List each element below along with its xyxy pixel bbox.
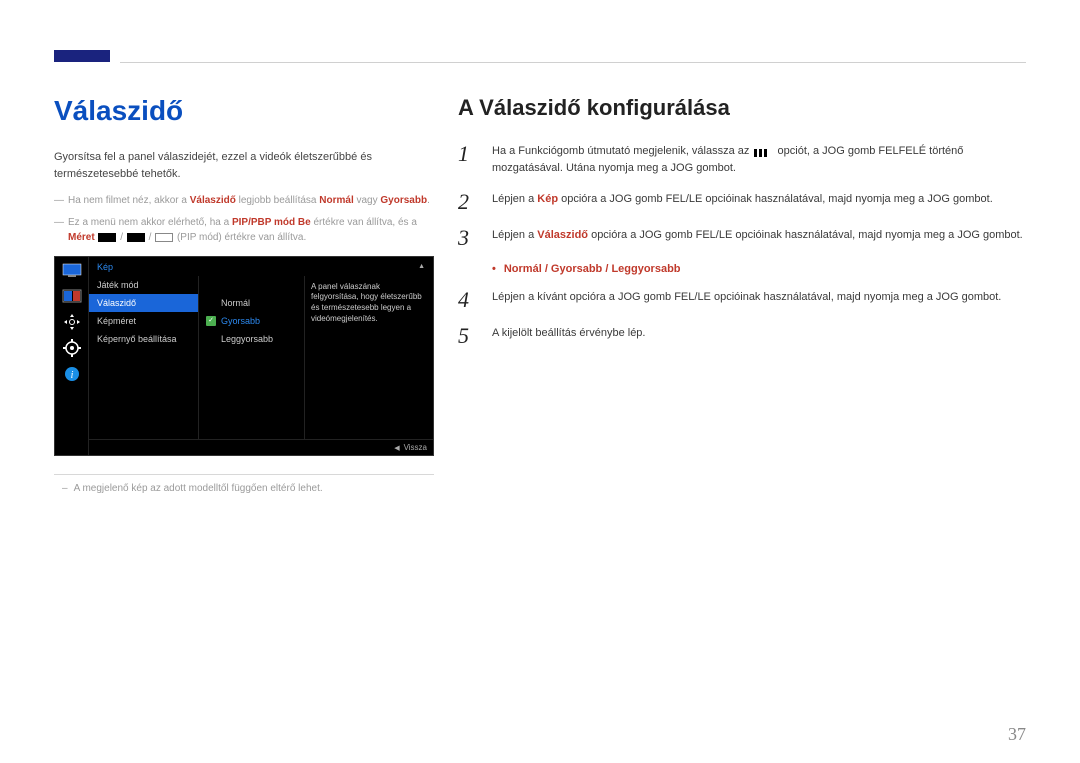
- osd-row-wrap: Játék mód Válaszidő Képméret Képernyő be…: [89, 276, 433, 439]
- size-mode-icon-2: [127, 233, 145, 242]
- step-3: 3 Lépjen a Válaszidő opcióra a JOG gomb …: [458, 227, 1026, 249]
- osd-footer: ◀ Vissza: [89, 439, 433, 455]
- step2-text-b: opcióra a JOG gomb FEL/LE opcióinak hasz…: [558, 193, 993, 205]
- osd-menu-title: Kép ▲: [89, 257, 433, 276]
- osd-icon-picture[interactable]: [62, 261, 82, 279]
- page-content: Válaszidő Gyorsítsa fel a panel válaszid…: [0, 0, 1080, 494]
- osd-item-valaszido[interactable]: Válaszidő: [89, 294, 198, 312]
- step-1: 1 Ha a Funkciógomb útmutató megjelenik, …: [458, 143, 1026, 177]
- note1-bold-normal: Normál: [319, 195, 353, 206]
- step3-bold-valaszido: Válaszidő: [537, 229, 588, 241]
- osd-sidebar: i: [55, 257, 89, 455]
- section-title-left: Válaszidő: [54, 95, 434, 127]
- osd-description: A panel válaszának felgyorsítása, hogy é…: [304, 276, 433, 439]
- steps-list: 1 Ha a Funkciógomb útmutató megjelenik, …: [458, 143, 1026, 347]
- step-2-body: Lépjen a Kép opcióra a JOG gomb FEL/LE o…: [492, 191, 1026, 213]
- divider-below-osd: [54, 474, 434, 475]
- osd-item-jatekmod[interactable]: Játék mód: [89, 276, 198, 294]
- svg-text:i: i: [70, 370, 73, 381]
- osd-icon-info[interactable]: i: [62, 365, 82, 383]
- left-column: Válaszidő Gyorsítsa fel a panel válaszid…: [54, 95, 434, 494]
- step-4: 4 Lépjen a kívánt opcióra a JOG gomb FEL…: [458, 289, 1026, 311]
- step-number-5: 5: [458, 325, 476, 347]
- note2-bold-meret: Méret: [68, 232, 95, 243]
- note1-text-b: legjobb beállítása: [236, 195, 319, 206]
- step-4-body: Lépjen a kívánt opcióra a JOG gomb FEL/L…: [492, 289, 1026, 311]
- osd-icon-gear[interactable]: [62, 339, 82, 357]
- bullet-mark: •: [492, 263, 496, 275]
- osd-icon-pip[interactable]: [62, 287, 82, 305]
- note2-text-b: értékre van állítva, és a: [311, 217, 417, 228]
- model-disclaimer-text: A megjelenő kép az adott modelltől függő…: [74, 483, 323, 494]
- osd-sub-leggyorsabb[interactable]: Leggyorsabb: [199, 330, 304, 348]
- scroll-up-arrow-icon[interactable]: ▲: [418, 263, 425, 270]
- osd-main: Kép ▲ Játék mód Válaszidő Képméret Képer…: [89, 257, 433, 455]
- step1-text-a: Ha a Funkciógomb útmutató megjelenik, vá…: [492, 145, 752, 157]
- osd-panel: i Kép ▲ Játék mód Válaszidő Képméret Kép…: [54, 256, 434, 456]
- header-divider: [120, 62, 1026, 63]
- back-arrow-icon[interactable]: ◀: [394, 444, 399, 452]
- osd-sub-gyorsabb[interactable]: Gyorsabb: [199, 312, 304, 330]
- model-disclaimer: –A megjelenő kép az adott modelltől függ…: [54, 483, 434, 494]
- step-2: 2 Lépjen a Kép opcióra a JOG gomb FEL/LE…: [458, 191, 1026, 213]
- options-list-text: Normál / Gyorsabb / Leggyorsabb: [504, 263, 681, 275]
- menu-bars-icon: [753, 146, 773, 156]
- right-column: A Válaszidő konfigurálása 1 Ha a Funkció…: [458, 95, 1026, 494]
- step3-text-a: Lépjen a: [492, 229, 537, 241]
- options-bullet: • Normál / Gyorsabb / Leggyorsabb: [492, 263, 1026, 275]
- step-5: 5 A kijelölt beállítás érvénybe lép.: [458, 325, 1026, 347]
- osd-back-label[interactable]: Vissza: [404, 443, 427, 452]
- step2-text-a: Lépjen a: [492, 193, 537, 205]
- note-1: Ha nem filmet néz, akkor a Válaszidő leg…: [54, 193, 434, 209]
- step-5-body: A kijelölt beállítás érvénybe lép.: [492, 325, 1026, 347]
- osd-submenu: Normál Gyorsabb Leggyorsabb: [199, 276, 304, 439]
- step-number-3: 3: [458, 227, 476, 249]
- osd-title-text: Kép: [97, 262, 113, 272]
- note1-bold-valaszido: Válaszidő: [190, 195, 236, 206]
- step-number-4: 4: [458, 289, 476, 311]
- note1-text-a: Ha nem filmet néz, akkor a: [68, 195, 190, 206]
- osd-item-kepernyobeall[interactable]: Képernyő beállítása: [89, 330, 198, 348]
- osd-item-kepmeret[interactable]: Képméret: [89, 312, 198, 330]
- note2-bold-pippbp: PIP/PBP mód Be: [232, 217, 311, 228]
- note1-text-end: .: [427, 195, 430, 206]
- osd-body: i Kép ▲ Játék mód Válaszidő Képméret Kép…: [55, 257, 433, 455]
- section-title-right: A Válaszidő konfigurálása: [458, 95, 1026, 121]
- step3-text-b: opcióra a JOG gomb FEL/LE opcióinak hasz…: [588, 229, 1023, 241]
- note-2: Ez a menü nem akkor elérhető, ha a PIP/P…: [54, 215, 434, 246]
- step-3-body: Lépjen a Válaszidő opcióra a JOG gomb FE…: [492, 227, 1026, 249]
- step-number-2: 2: [458, 191, 476, 213]
- osd-sub-normal[interactable]: Normál: [199, 294, 304, 312]
- step-number-1: 1: [458, 143, 476, 177]
- note2-text-end: (PIP mód) értékre van állítva.: [177, 232, 306, 243]
- note1-text-c: vagy: [354, 195, 381, 206]
- intro-paragraph: Gyorsítsa fel a panel válaszidejét, ezze…: [54, 149, 434, 183]
- note2-text-a: Ez a menü nem akkor elérhető, ha a: [68, 217, 232, 228]
- size-mode-icon-3: [155, 233, 173, 242]
- step2-bold-kep: Kép: [537, 193, 558, 205]
- osd-primary-menu: Játék mód Válaszidő Képméret Képernyő be…: [89, 276, 199, 439]
- step-1-body: Ha a Funkciógomb útmutató megjelenik, vá…: [492, 143, 1026, 177]
- note1-bold-gyorsabb: Gyorsabb: [380, 195, 427, 206]
- page-number: 37: [1008, 724, 1026, 745]
- size-mode-icon-1: [98, 233, 116, 242]
- header-accent-bar: [54, 50, 110, 62]
- osd-icon-settings-move[interactable]: [62, 313, 82, 331]
